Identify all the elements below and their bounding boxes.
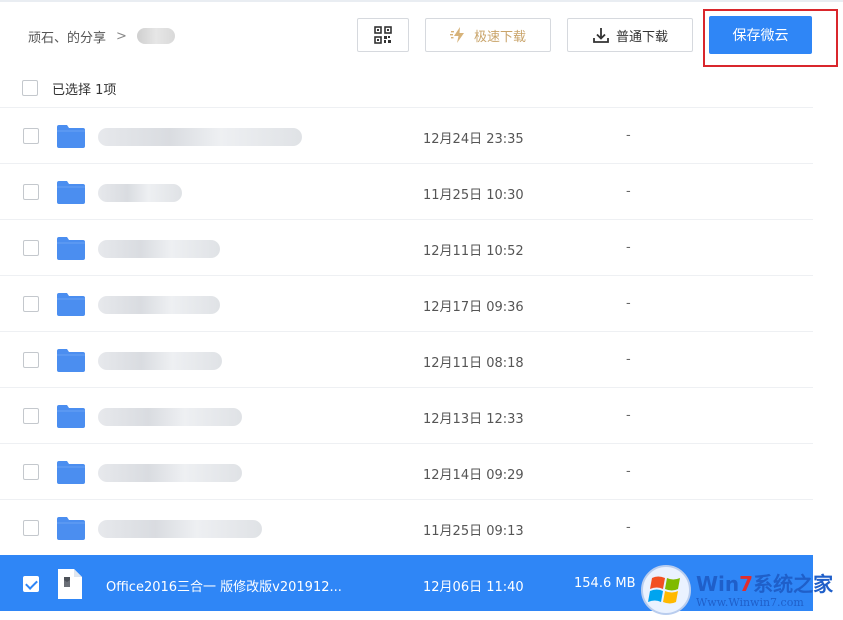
site-watermark: Win7系统之家 Www.Winwin7.com [640,562,840,618]
file-date: 12月13日 12:33 [423,412,524,427]
lightning-icon [449,26,468,44]
folder-icon [57,293,85,316]
file-name-blurred [98,520,262,538]
file-name-blurred [98,352,222,370]
folder-icon [57,405,85,428]
file-name-blurred [98,296,220,314]
file-size: - [626,184,631,199]
file-date: 12月11日 10:52 [423,244,524,259]
file-date: 11月25日 10:30 [423,188,524,203]
selection-count: 已选择 1项 [52,82,117,98]
folder-icon [57,517,85,540]
folder-icon [57,125,85,148]
selection-bar: 已选择 1项 [22,78,116,98]
file-date: 11月25日 09:13 [423,524,524,539]
list-item[interactable]: 12月11日 10:52 - [0,219,813,275]
row-checkbox[interactable] [23,408,39,424]
qr-code-icon [374,26,392,44]
file-name-blurred [98,464,242,482]
file-size: - [626,520,631,535]
file-size: 154.6 MB [574,576,636,591]
file-date: 12月17日 09:36 [423,300,524,315]
select-all-checkbox[interactable] [22,80,38,96]
file-size: - [626,408,631,423]
file-name-blurred [98,128,302,146]
top-divider [0,0,843,2]
list-item[interactable]: 12月11日 08:18 - [0,331,813,387]
watermark-url: Www.Winwin7.com [696,595,804,609]
file-name-blurred [98,408,242,426]
normal-download-button[interactable]: 普通下载 [567,18,693,52]
file-date: 12月06日 11:40 [423,580,524,595]
breadcrumb-root[interactable]: 顽石、的分享 [28,27,106,46]
list-item[interactable]: 12月24日 23:35 - [0,107,813,163]
breadcrumb-chevron-icon: > [116,28,127,44]
file-date: 12月11日 08:18 [423,356,524,371]
windows-logo-icon [641,565,691,615]
watermark-title: Win7系统之家 [696,571,834,596]
row-checkbox[interactable] [23,240,39,256]
breadcrumb-current-blurred[interactable] [136,28,175,44]
row-checkbox[interactable] [23,184,39,200]
list-item[interactable]: 11月25日 09:13 - [0,499,813,555]
file-size: - [626,352,631,367]
row-checkbox[interactable] [23,296,39,312]
qr-code-button[interactable] [357,18,409,52]
folder-icon [57,237,85,260]
folder-icon [57,349,85,372]
file-name-blurred [98,240,220,258]
row-checkbox[interactable] [23,464,39,480]
row-checkbox[interactable] [23,128,39,144]
file-size: - [626,296,631,311]
list-item[interactable]: 12月17日 09:36 - [0,275,813,331]
row-checkbox[interactable] [23,520,39,536]
file-date: 12月14日 09:29 [423,468,524,483]
file-size: - [626,128,631,143]
list-item[interactable]: 12月13日 12:33 - [0,387,813,443]
file-name: Office2016三合一 版修改版v201912... [106,580,342,595]
file-size: - [626,240,631,255]
folder-icon [57,461,85,484]
row-checkbox-checked[interactable] [23,576,39,592]
list-item[interactable]: 11月25日 10:30 - [0,163,813,219]
list-item[interactable]: 12月14日 09:29 - [0,443,813,499]
normal-download-label: 普通下载 [615,29,668,45]
download-icon [592,26,610,44]
file-name-blurred [98,184,182,202]
save-button-highlight-box [703,9,838,67]
document-icon [58,569,82,599]
fast-download-label: 极速下载 [473,29,526,45]
fast-download-button[interactable]: 极速下载 [425,18,551,52]
file-date: 12月24日 23:35 [423,132,524,147]
file-size: - [626,464,631,479]
row-checkbox[interactable] [23,352,39,368]
folder-icon [57,181,85,204]
breadcrumb: 顽石、的分享 > [28,26,175,46]
